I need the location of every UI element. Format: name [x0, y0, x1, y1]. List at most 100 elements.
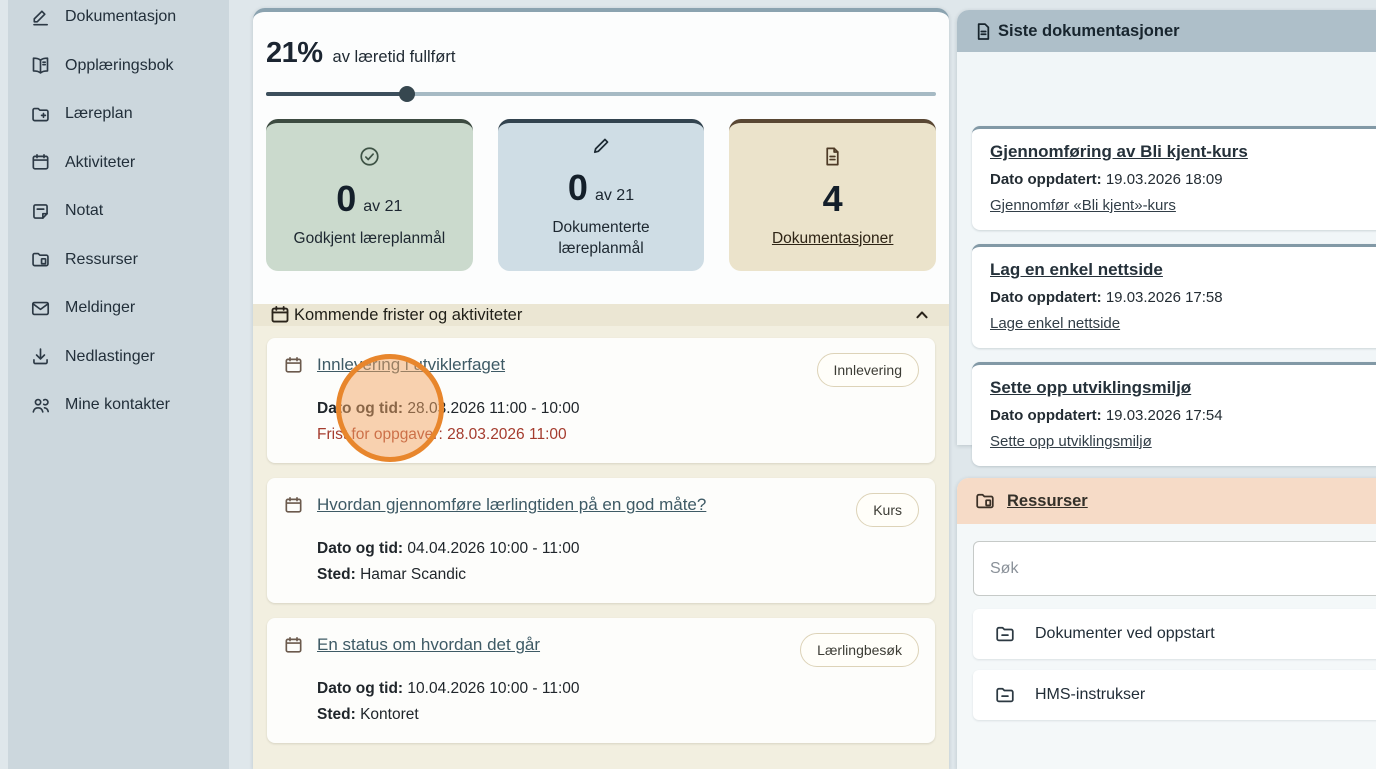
event-date: Dato og tid: 04.04.2026 10:00 - 11:00 — [317, 540, 919, 558]
sidebar-item-label: Notat — [65, 202, 103, 220]
event-date: Dato og tid: 10.04.2026 10:00 - 11:00 — [317, 680, 919, 698]
resource-folder-row[interactable]: Dokumenter ved oppstart — [973, 609, 1376, 659]
event-date-value: 10.04.2026 10:00 - 11:00 — [407, 680, 579, 697]
folder-icon — [994, 684, 1016, 706]
users-icon — [30, 395, 51, 416]
calendar-icon — [30, 152, 51, 173]
event-deadline: Frist for oppgaver: 28.03.2026 11:00 — [317, 426, 919, 444]
sidebar-item-label: Aktiviteter — [65, 154, 135, 172]
sidebar-item-meldinger[interactable]: Meldinger — [8, 284, 229, 333]
progress-slider[interactable] — [266, 86, 936, 102]
sidebar-item-label: Nedlastinger — [65, 348, 155, 366]
main-dashboard-card: 21% av læretid fullført 0 av 21 Godkjent… — [253, 8, 949, 769]
sidebar-item-dokumentasjon[interactable]: Dokumentasjon — [8, 0, 229, 42]
doc-date-value: 19.03.2026 17:58 — [1106, 289, 1223, 306]
event-date-value: 28.03.2026 11:00 - 10:00 — [407, 400, 579, 417]
folder-file-icon — [30, 249, 51, 270]
edit-icon — [30, 7, 51, 28]
doc-date: Dato oppdatert: 19.03.2026 18:09 — [990, 171, 1376, 188]
event-date-label: Dato og tid: — [317, 400, 403, 417]
event-place: Sted: Kontoret — [317, 706, 919, 724]
doc-title-link[interactable]: Gjennomføring av Bli kjent-kurs — [990, 142, 1376, 162]
stat-documented-goals: 0 av 21 Dokumenterte læreplanmål — [498, 119, 705, 271]
recent-docs-title: Siste dokumentasjoner — [998, 22, 1180, 41]
event-title-link[interactable]: En status om hvordan det går — [317, 635, 540, 655]
resources-title-link[interactable]: Ressurser — [1007, 492, 1088, 511]
pencil-icon — [590, 134, 613, 157]
recent-docs-panel: Siste dokumentasjoner Gjennomføring av B… — [957, 10, 1376, 445]
calendar-icon — [283, 635, 304, 656]
sidebar-item-notat[interactable]: Notat — [8, 187, 229, 236]
sidebar-item-mine-kontakter[interactable]: Mine kontakter — [8, 381, 229, 430]
sidebar-item-label: Dokumentasjon — [65, 8, 176, 26]
event-card: Innlevering i utviklerfaget Innlevering … — [267, 338, 935, 463]
resource-folder-row[interactable]: HMS-instrukser — [973, 670, 1376, 720]
search-input[interactable] — [973, 541, 1376, 596]
progress-label: av læretid fullført — [333, 48, 456, 67]
progress-block: 21% av læretid fullført — [253, 12, 949, 102]
event-card: En status om hvordan det går Lærlingbesø… — [267, 618, 935, 743]
file-icon — [821, 145, 844, 168]
doc-date: Dato oppdatert: 19.03.2026 17:54 — [990, 407, 1376, 424]
sidebar-item-opplaeringsbok[interactable]: Opplæringsbok — [8, 42, 229, 91]
event-date-label: Dato og tid: — [317, 540, 403, 557]
event-title-link[interactable]: Hvordan gjennomføre lærlingtiden på en g… — [317, 495, 706, 515]
sidebar-item-aktiviteter[interactable]: Aktiviteter — [8, 139, 229, 188]
doc-card: Sette opp utviklingsmiljø Dato oppdatert… — [972, 362, 1376, 466]
doc-card: Lag en enkel nettside Dato oppdatert: 19… — [972, 244, 1376, 348]
event-title-link[interactable]: Innlevering i utviklerfaget — [317, 355, 505, 375]
event-deadline-value: 28.03.2026 11:00 — [447, 426, 567, 443]
doc-date-value: 19.03.2026 17:54 — [1106, 407, 1223, 424]
event-place: Sted: Hamar Scandic — [317, 566, 919, 584]
calendar-icon — [269, 304, 291, 326]
doc-task-link[interactable]: Lage enkel nettside — [990, 315, 1120, 332]
stat-approved-goals: 0 av 21 Godkjent læreplanmål — [266, 119, 473, 271]
doc-date-label: Dato oppdatert: — [990, 407, 1102, 424]
file-icon — [973, 21, 994, 42]
pagination: 1-3 av 3 — [267, 758, 935, 769]
slider-fill — [266, 92, 407, 96]
sidebar-item-label: Læreplan — [65, 105, 133, 123]
sidebar-item-ressurser[interactable]: Ressurser — [8, 236, 229, 285]
event-type-badge: Lærlingbesøk — [800, 633, 919, 667]
documentations-link[interactable]: Dokumentasjoner — [772, 229, 893, 250]
upcoming-title: Kommende frister og aktiviteter — [294, 306, 522, 325]
sidebar-item-label: Opplæringsbok — [65, 57, 174, 75]
doc-title-link[interactable]: Sette opp utviklingsmiljø — [990, 378, 1376, 398]
event-deadline-label: Frist for oppgaver: — [317, 426, 443, 443]
stat-suffix: av 21 — [363, 198, 402, 216]
stat-value: 0 — [336, 178, 356, 220]
doc-task-link[interactable]: Gjennomfør «Bli kjent»-kurs — [990, 197, 1176, 214]
event-place-label: Sted: — [317, 706, 356, 723]
upcoming-header: Kommende frister og aktiviteter — [253, 304, 949, 326]
folder-icon — [994, 623, 1016, 645]
slider-thumb[interactable] — [399, 86, 415, 102]
upcoming-section: Kommende frister og aktiviteter Innlever… — [253, 304, 949, 769]
sidebar: Dokumentasjon Opplæringsbok Læreplan Akt… — [8, 0, 229, 769]
mail-icon — [30, 298, 51, 319]
event-place-value: Hamar Scandic — [360, 566, 466, 583]
resources-header: Ressurser — [957, 478, 1376, 524]
sidebar-item-laereplan[interactable]: Læreplan — [8, 90, 229, 139]
stat-documentations: 4 Dokumentasjoner — [729, 119, 936, 271]
sidebar-item-label: Meldinger — [65, 299, 135, 317]
stat-label: Godkjent læreplanmål — [294, 229, 446, 250]
recent-docs-header: Siste dokumentasjoner — [957, 10, 1376, 52]
chevron-up-icon[interactable] — [911, 304, 933, 326]
sidebar-item-nedlastinger[interactable]: Nedlastinger — [8, 333, 229, 382]
event-card: Hvordan gjennomføre lærlingtiden på en g… — [267, 478, 935, 603]
event-date-label: Dato og tid: — [317, 680, 403, 697]
doc-date: Dato oppdatert: 19.03.2026 17:58 — [990, 289, 1376, 306]
progress-percent: 21% — [266, 37, 323, 70]
stat-value: 4 — [823, 178, 843, 220]
resources-panel: Ressurser Dokumenter ved oppstart HMS-in… — [957, 478, 1376, 769]
event-type-badge: Kurs — [856, 493, 919, 527]
doc-title-link[interactable]: Lag en enkel nettside — [990, 260, 1376, 280]
doc-task-link[interactable]: Sette opp utviklingsmiljø — [990, 433, 1152, 450]
doc-date-label: Dato oppdatert: — [990, 171, 1102, 188]
stat-label: Dokumenterte læreplanmål — [508, 218, 695, 260]
calendar-icon — [283, 355, 304, 376]
download-icon — [30, 346, 51, 367]
event-date: Dato og tid: 28.03.2026 11:00 - 10:00 — [317, 400, 919, 418]
check-circle-icon — [358, 145, 381, 168]
